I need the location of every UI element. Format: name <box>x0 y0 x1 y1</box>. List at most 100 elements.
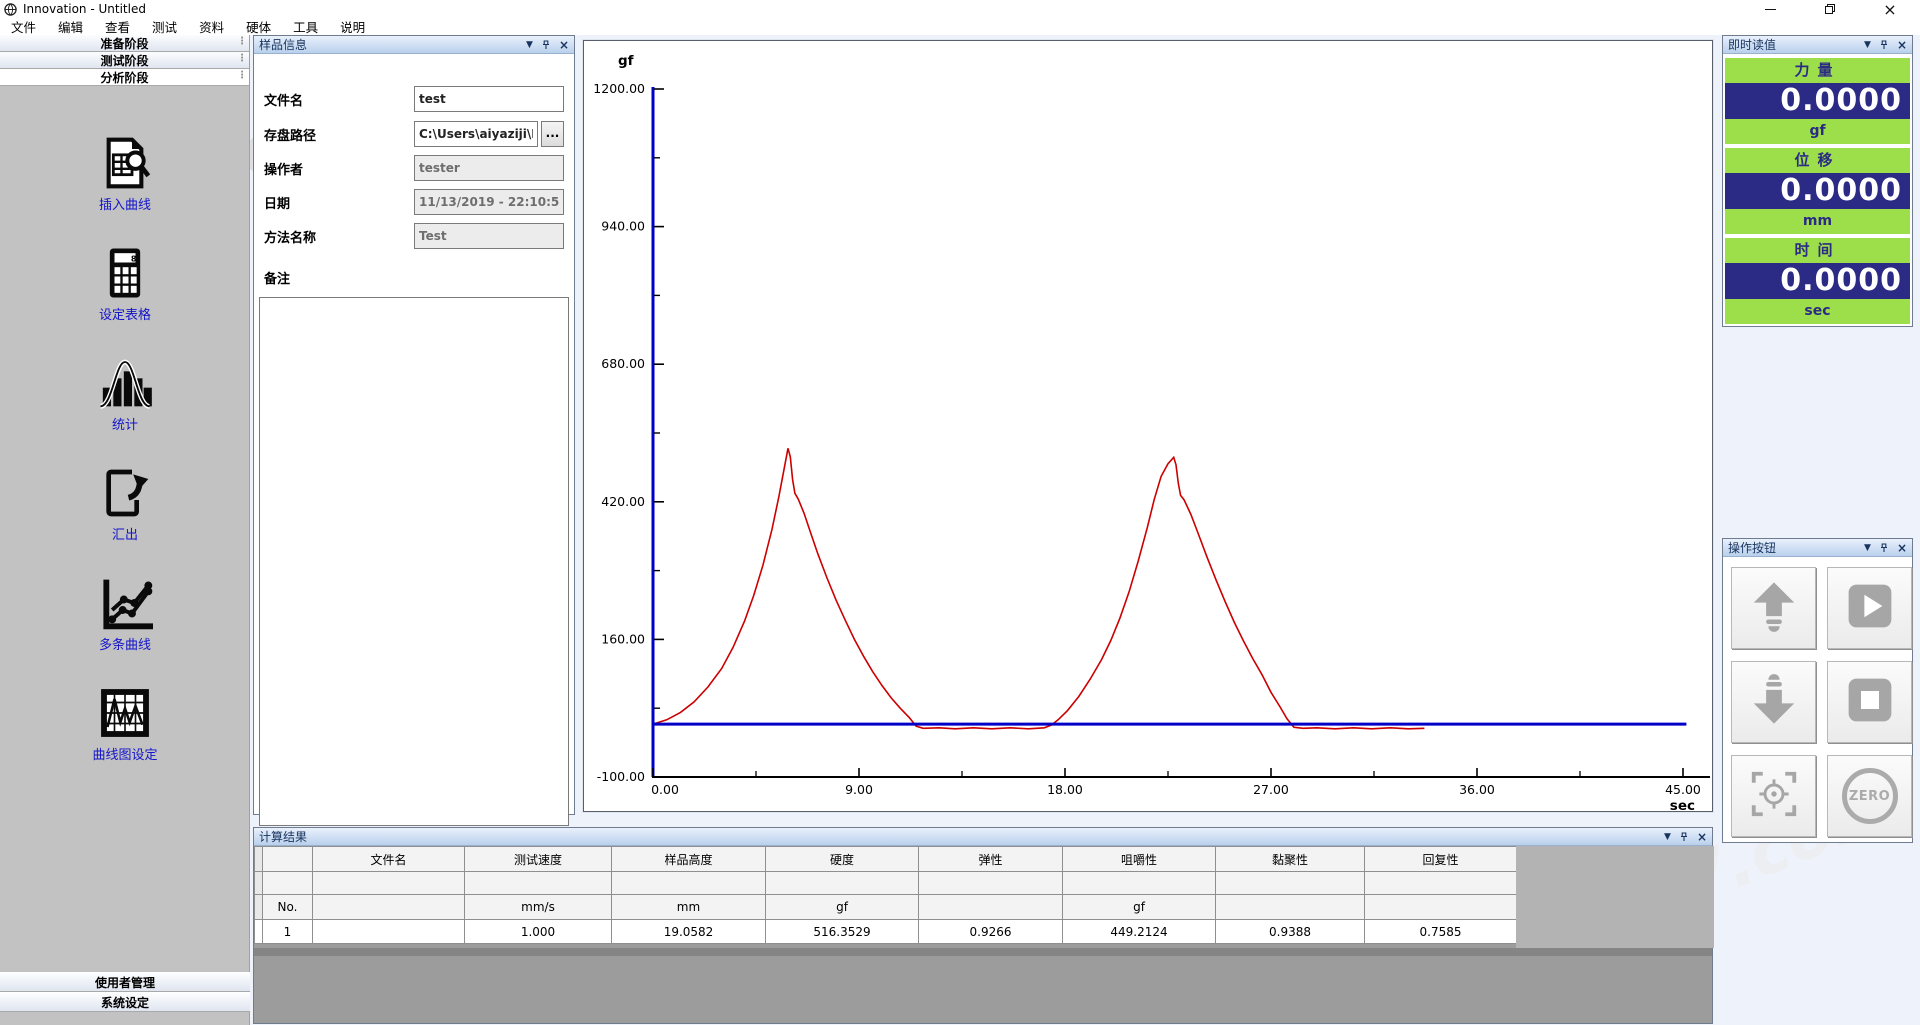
cohesiveness-cell[interactable]: 0.9388 <box>1216 920 1365 944</box>
realtime-readings-header: 即时读值 ▼ × <box>1723 36 1912 54</box>
sample-info-body: 文件名 存盘路径 ... 操作者 日期 方法名称 备注 <box>254 54 574 816</box>
browse-button[interactable]: ... <box>541 121 564 147</box>
zero-button[interactable]: ZERO <box>1827 755 1912 837</box>
unit-cell: gf <box>766 895 919 920</box>
force-readout: 力量 0.0000 gf <box>1725 58 1910 144</box>
col-header-filename[interactable]: 文件名 <box>313 847 465 872</box>
tool-multi-curve[interactable]: 多条曲线 <box>0 575 250 653</box>
chewiness-cell[interactable]: 449.2124 <box>1063 920 1216 944</box>
results-empty-row <box>255 872 1517 895</box>
force-label: 力量 <box>1725 58 1910 83</box>
col-header-sample-height[interactable]: 样品高度 <box>612 847 766 872</box>
pin-icon[interactable] <box>541 40 551 50</box>
tool-label: 多条曲线 <box>0 634 250 653</box>
panel-title: 样品信息 <box>259 36 307 53</box>
panel-menu-icon[interactable]: ▼ <box>1864 40 1871 50</box>
save-path-field[interactable] <box>414 121 538 147</box>
displacement-value: 0.0000 <box>1725 173 1910 209</box>
svg-text:8: 8 <box>131 253 137 263</box>
menu-edit[interactable]: 编辑 <box>47 18 94 35</box>
col-header-test-speed[interactable]: 测试速度 <box>465 847 612 872</box>
col-header-cohesiveness[interactable]: 黏聚性 <box>1216 847 1365 872</box>
panel-title: 即时读值 <box>1728 36 1776 53</box>
row-number-cell[interactable]: 1 <box>263 920 313 944</box>
grip-icon: ⋮ <box>237 70 245 81</box>
sidebar-item-prepare-stage[interactable]: 准备阶段 ⋮ <box>0 35 249 52</box>
date-field <box>414 189 564 215</box>
results-data-row: 1 软糖_2 1.000 19.0582 516.3529 0.9266 449… <box>255 920 1517 944</box>
tool-curve-settings[interactable]: 曲线图设定 <box>0 685 250 763</box>
realtime-readings-panel: 即时读值 ▼ × 力量 0.0000 gf 位移 0.0000 mm 时间 0.… <box>1722 35 1913 327</box>
stop-button[interactable] <box>1827 661 1912 743</box>
jog-up-button[interactable] <box>1731 567 1816 649</box>
sidebar-item-system-settings[interactable]: 系统设定 <box>0 992 250 1012</box>
pin-icon[interactable] <box>1879 543 1889 553</box>
x-tick-label: 0.00 <box>651 782 679 797</box>
tool-label: 统计 <box>0 414 250 433</box>
panel-close-icon[interactable]: × <box>559 40 569 50</box>
panel-menu-icon[interactable]: ▼ <box>1664 832 1671 842</box>
menu-data[interactable]: 资料 <box>188 18 235 35</box>
export-icon <box>0 465 250 521</box>
tool-label: 汇出 <box>0 524 250 543</box>
menu-view[interactable]: 查看 <box>94 18 141 35</box>
y-axis-unit-label: gf <box>618 53 634 69</box>
menu-hardware[interactable]: 硬体 <box>235 18 282 35</box>
tool-statistics[interactable]: 统计 <box>0 355 250 433</box>
tool-export[interactable]: 汇出 <box>0 465 250 543</box>
run-button[interactable] <box>1827 567 1912 649</box>
filename-cell[interactable]: 软糖_2 <box>313 920 465 944</box>
operator-field <box>414 155 564 181</box>
springiness-cell[interactable]: 0.9266 <box>919 920 1063 944</box>
results-filler <box>1516 846 1714 948</box>
pin-icon[interactable] <box>1879 40 1889 50</box>
filename-field[interactable] <box>414 86 564 112</box>
x-tick-label: 27.00 <box>1253 782 1289 797</box>
minimize-button[interactable] <box>1740 0 1800 18</box>
grip-icon: ⋮ <box>237 36 245 47</box>
close-button[interactable]: × <box>1860 0 1920 18</box>
resilience-cell[interactable]: 0.7585 <box>1365 920 1517 944</box>
sidebar-item-test-stage[interactable]: 测试阶段 ⋮ <box>0 52 249 69</box>
sidebar-item-user-management[interactable]: 使用者管理 <box>0 972 250 992</box>
panel-title: 计算结果 <box>259 828 307 845</box>
jog-up-icon <box>1747 579 1801 637</box>
sample-height-cell[interactable]: 19.0582 <box>612 920 766 944</box>
panel-menu-icon[interactable]: ▼ <box>1864 543 1871 553</box>
jog-down-button[interactable] <box>1731 661 1816 743</box>
col-header[interactable] <box>263 847 313 872</box>
col-header-resilience[interactable]: 回复性 <box>1365 847 1517 872</box>
insert-curve-icon <box>0 135 250 191</box>
hardness-cell[interactable]: 516.3529 <box>766 920 919 944</box>
restore-button[interactable] <box>1800 0 1860 18</box>
tool-set-table[interactable]: 8 设定表格 <box>0 245 250 323</box>
col-header-chewiness[interactable]: 咀嚼性 <box>1063 847 1216 872</box>
menu-help[interactable]: 说明 <box>329 18 376 35</box>
sample-info-panel: 样品信息 ▼ × 文件名 存盘路径 ... 操作者 日期 方法名称 备注 <box>253 35 575 815</box>
no-header: No. <box>263 895 313 920</box>
test-speed-cell[interactable]: 1.000 <box>465 920 612 944</box>
menu-bar: 文件 编辑 查看 测试 资料 硬体 工具 说明 <box>0 18 1920 35</box>
panel-close-icon[interactable]: × <box>1897 543 1907 553</box>
curve-settings-icon <box>0 685 250 741</box>
panel-close-icon[interactable]: × <box>1897 40 1907 50</box>
panel-menu-icon[interactable]: ▼ <box>526 40 533 50</box>
tool-insert-curve[interactable]: 插入曲线 <box>0 135 250 213</box>
col-header-springiness[interactable]: 弹性 <box>919 847 1063 872</box>
results-panel: 计算结果 ▼ × 文件名 <box>253 827 1713 1024</box>
sidebar-item-analysis-stage[interactable]: 分析阶段 ⋮ <box>0 69 249 86</box>
menu-tools[interactable]: 工具 <box>282 18 329 35</box>
menu-file[interactable]: 文件 <box>0 18 47 35</box>
stage-label: 准备阶段 <box>100 35 148 52</box>
force-unit: gf <box>1725 119 1910 144</box>
results-table: 文件名 测试速度 样品高度 硬度 弹性 咀嚼性 黏聚性 回复性 No. <box>254 846 1517 944</box>
panel-close-icon[interactable]: × <box>1697 832 1707 842</box>
col-header-hardness[interactable]: 硬度 <box>766 847 919 872</box>
date-label: 日期 <box>264 193 290 212</box>
pin-icon[interactable] <box>1679 832 1689 842</box>
time-label: 时间 <box>1725 238 1910 263</box>
target-button[interactable] <box>1731 755 1816 837</box>
menu-test[interactable]: 测试 <box>141 18 188 35</box>
y-tick-label: 160.00 <box>601 631 645 646</box>
notes-field[interactable] <box>259 297 569 826</box>
